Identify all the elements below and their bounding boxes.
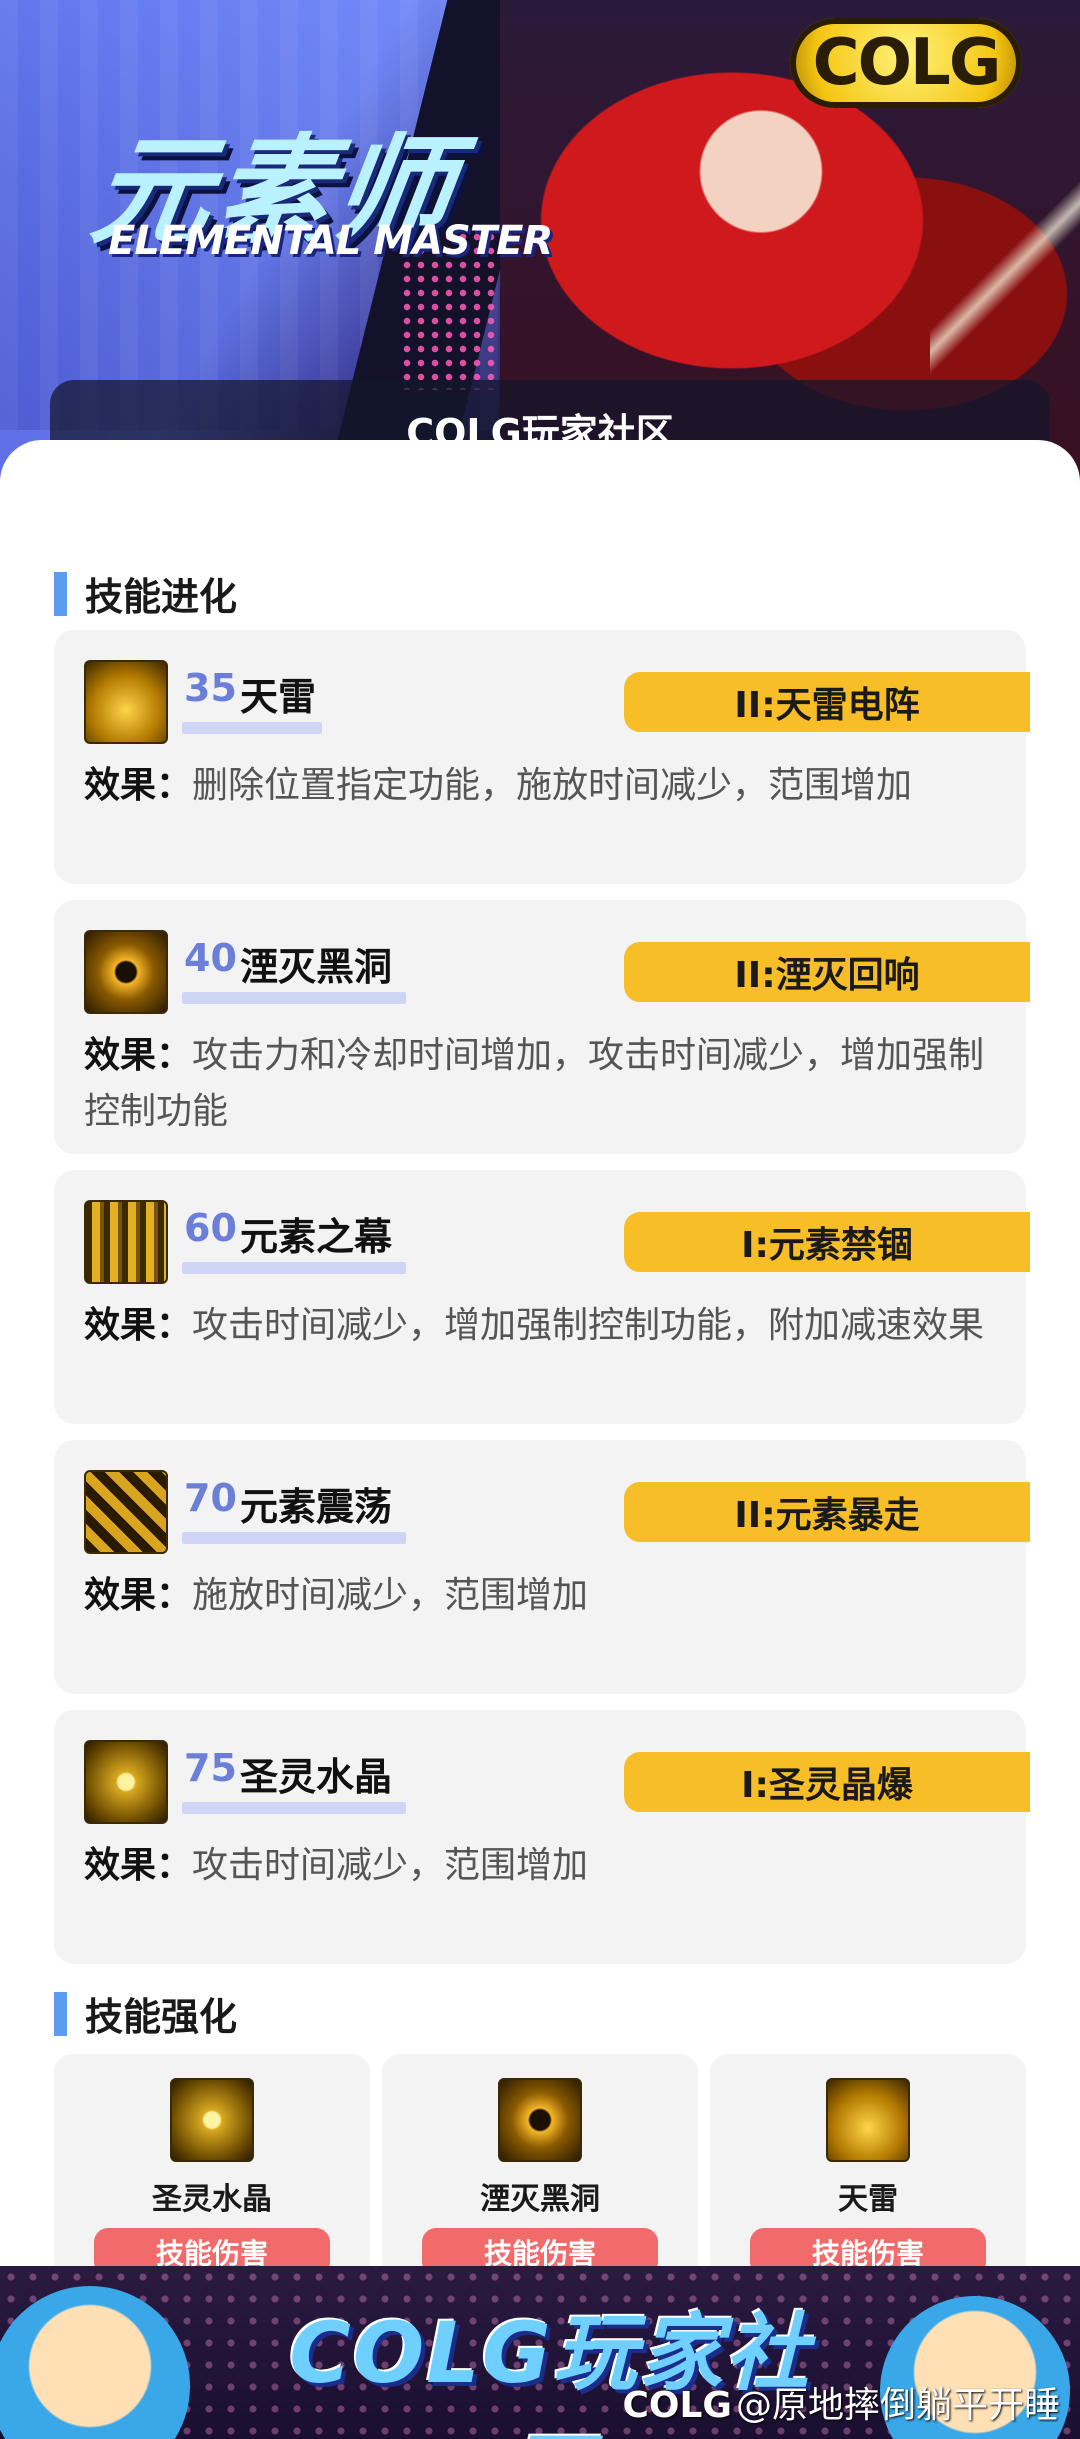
section-title-enhancement: 技能强化 bbox=[54, 1986, 237, 2041]
watermark-text: @原地摔倒躺平开睡 bbox=[735, 2385, 1060, 2426]
section-title-evolution: 技能进化 bbox=[54, 566, 237, 621]
footer-banner: COLG玩家社区 COLG@原地摔倒躺平开睡 bbox=[0, 2266, 1080, 2439]
black-hole-icon bbox=[498, 2078, 582, 2162]
skill-name: 天雷 bbox=[240, 675, 317, 719]
skill-name: 湮灭黑洞 bbox=[240, 945, 393, 989]
element-quake-icon bbox=[84, 1470, 168, 1554]
element-curtain-icon bbox=[84, 1200, 168, 1284]
section-title-text: 技能进化 bbox=[85, 575, 238, 619]
skill-card: 60 元素之幕 I:元素禁锢 效果：攻击时间减少，增加强制控制功能，附加减速效果 bbox=[54, 1170, 1030, 1424]
holy-crystal-icon bbox=[170, 2078, 254, 2162]
evolution-tag: I:圣灵晶爆 bbox=[624, 1752, 1030, 1812]
skill-effect: 效果：攻击力和冷却时间增加，攻击时间减少，增加强制控制功能 bbox=[84, 1028, 1004, 1140]
section-accent-bar bbox=[54, 571, 67, 616]
skill-level: 70 bbox=[184, 1476, 237, 1520]
skill-card: 75 圣灵水晶 I:圣灵晶爆 效果：攻击时间减少，范围增加 bbox=[54, 1710, 1030, 1964]
section-accent-bar bbox=[54, 1991, 67, 2036]
colg-logo: COLG bbox=[790, 18, 1022, 108]
class-title-en: ELEMENTAL MASTER bbox=[108, 218, 553, 264]
effect-text: 攻击时间减少，增加强制控制功能，附加减速效果 bbox=[192, 1305, 985, 1346]
skill-level: 35 bbox=[184, 666, 237, 710]
black-hole-icon bbox=[84, 930, 168, 1014]
enhancement-card: 湮灭黑洞 技能伤害 bbox=[382, 2054, 698, 2284]
skill-effect: 效果：施放时间减少，范围增加 bbox=[84, 1568, 1004, 1624]
effect-label: 效果： bbox=[84, 1845, 193, 1886]
skill-card: 35 天雷 II:天雷电阵 效果：删除位置指定功能，施放时间减少，范围增加 bbox=[54, 630, 1030, 884]
evolution-tag: II:天雷电阵 bbox=[624, 672, 1030, 732]
evolution-tag: II:元素暴走 bbox=[624, 1482, 1030, 1542]
effect-label: 效果： bbox=[84, 1305, 193, 1346]
skill-level: 40 bbox=[184, 936, 237, 980]
skill-name: 圣灵水晶 bbox=[240, 1755, 393, 1799]
skill-level: 75 bbox=[184, 1746, 237, 1790]
main-content: 技能进化 35 天雷 II:天雷电阵 效果：删除位置指定功能，施放时间减少，范围… bbox=[0, 440, 1080, 2270]
thunder-icon bbox=[826, 2078, 910, 2162]
holy-crystal-icon bbox=[84, 1740, 168, 1824]
watermark-logo: COLG bbox=[622, 2385, 732, 2426]
effect-text: 施放时间减少，范围增加 bbox=[192, 1575, 589, 1616]
enhancement-skill-name: 天雷 bbox=[838, 2182, 898, 2217]
effect-text: 攻击力和冷却时间增加，攻击时间减少，增加强制控制功能 bbox=[84, 1035, 985, 1132]
skill-name: 元素之幕 bbox=[240, 1215, 393, 1259]
enhancement-skill-name: 湮灭黑洞 bbox=[480, 2182, 600, 2217]
effect-label: 效果： bbox=[84, 1575, 193, 1616]
effect-text: 删除位置指定功能，施放时间减少，范围增加 bbox=[192, 765, 913, 806]
effect-label: 效果： bbox=[84, 1035, 193, 1076]
section-title-text: 技能强化 bbox=[85, 1995, 238, 2039]
skill-effect: 效果：攻击时间减少，范围增加 bbox=[84, 1838, 1004, 1894]
skill-level: 60 bbox=[184, 1206, 237, 1250]
skill-name-underline bbox=[182, 722, 322, 734]
skill-name-underline bbox=[182, 1532, 406, 1544]
skill-name-underline bbox=[182, 992, 406, 1004]
skill-effect: 效果：攻击时间减少，增加强制控制功能，附加减速效果 bbox=[84, 1298, 1004, 1354]
skill-name: 元素震荡 bbox=[240, 1485, 393, 1529]
header-banner: 元素师 ELEMENTAL MASTER COLG COLG玩家社区 bbox=[0, 0, 1080, 490]
skill-name-underline bbox=[182, 1802, 406, 1814]
evolution-tag: I:元素禁锢 bbox=[624, 1212, 1030, 1272]
evolution-tag: II:湮灭回响 bbox=[624, 942, 1030, 1002]
effect-text: 攻击时间减少，范围增加 bbox=[192, 1845, 589, 1886]
skill-name-underline bbox=[182, 1262, 406, 1274]
effect-label: 效果： bbox=[84, 765, 193, 806]
thunder-icon bbox=[84, 660, 168, 744]
skill-effect: 效果：删除位置指定功能，施放时间减少，范围增加 bbox=[84, 758, 1004, 814]
skill-card: 40 湮灭黑洞 II:湮灭回响 效果：攻击力和冷却时间增加，攻击时间减少，增加强… bbox=[54, 900, 1030, 1154]
watermark: COLG @原地摔倒躺平开睡 bbox=[600, 2376, 1060, 2428]
enhancement-card: 天雷 技能伤害 bbox=[710, 2054, 1026, 2284]
skill-card: 70 元素震荡 II:元素暴走 效果：施放时间减少，范围增加 bbox=[54, 1440, 1030, 1694]
enhancement-card: 圣灵水晶 技能伤害 bbox=[54, 2054, 370, 2284]
enhancement-skill-name: 圣灵水晶 bbox=[152, 2182, 272, 2217]
